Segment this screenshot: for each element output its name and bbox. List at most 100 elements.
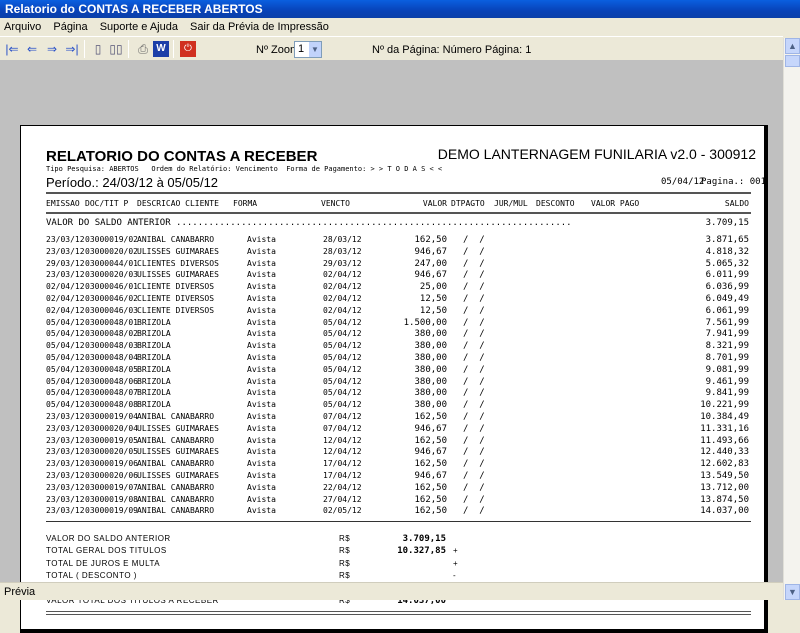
menu-sair[interactable]: Sair da Prévia de Impressão xyxy=(190,21,329,33)
row-saldo: 9.461,99 xyxy=(705,376,749,387)
row-emissao: 23/03/12 xyxy=(46,482,85,492)
header-forma: FORMA xyxy=(233,199,258,208)
chevron-down-icon[interactable]: ▼ xyxy=(309,42,321,57)
row-doc: 03000048/01 xyxy=(85,317,138,327)
scroll-down-icon[interactable]: ▼ xyxy=(785,584,800,600)
row-doc: 03000020/03 xyxy=(85,270,138,280)
divider xyxy=(46,521,751,522)
row-valor: 380,00 xyxy=(414,364,447,375)
row-descricao: ANIBAL CANABARRO xyxy=(137,506,215,516)
row-forma: Avista xyxy=(247,305,276,315)
first-page-icon[interactable]: |⇐ xyxy=(4,41,20,57)
row-doc: 03000048/08 xyxy=(85,400,138,410)
row-valor: 380,00 xyxy=(414,388,447,399)
row-dtpagto: / / xyxy=(463,294,485,304)
row-forma: Avista xyxy=(247,353,276,362)
row-forma: Avista xyxy=(247,235,276,244)
row-dtpagto: / / xyxy=(463,270,485,281)
single-page-icon[interactable]: ▯ xyxy=(90,41,106,57)
vertical-scrollbar[interactable]: ▲ ▼ xyxy=(783,38,800,600)
row-emissao: 05/04/12 xyxy=(46,341,85,351)
row-forma: Avista xyxy=(247,435,276,445)
prev-page-icon[interactable]: ⇐ xyxy=(24,41,40,57)
row-valor: 162,50 xyxy=(414,494,447,505)
row-descricao: CLIENTE DIVERSOS xyxy=(137,294,215,303)
row-dtpagto: / / xyxy=(463,258,485,269)
row-vencto: 05/04/12 xyxy=(323,376,362,386)
header-desconto: DESCONTO xyxy=(536,199,575,208)
row-saldo: 6.061,99 xyxy=(705,305,749,316)
close-preview-icon[interactable]: ⏻ xyxy=(180,41,196,57)
row-valor: 162,50 xyxy=(414,482,447,493)
row-doc: 03000048/06 xyxy=(85,376,138,386)
row-descricao: ANIBAL CANABARRO xyxy=(137,435,215,445)
row-doc: 03000019/08 xyxy=(85,494,138,504)
row-vencto: 05/04/12 xyxy=(323,388,362,398)
row-saldo: 10.221,99 xyxy=(700,400,749,411)
row-doc: 03000020/02 xyxy=(85,246,138,256)
row-dtpagto: / / xyxy=(463,400,485,411)
row-dtpagto: / / xyxy=(463,388,485,399)
row-doc: 03000048/04 xyxy=(85,353,138,362)
print-icon[interactable]: ⎙ xyxy=(135,41,151,57)
row-valor: 25,00 xyxy=(419,282,447,293)
last-page-icon[interactable]: ⇒| xyxy=(64,41,80,57)
row-descricao: BRIZOLA xyxy=(137,317,171,327)
row-doc: 03000046/03 xyxy=(85,305,138,315)
row-descricao: ULISSES GUIMARAES xyxy=(137,270,219,280)
row-dtpagto: / / xyxy=(463,317,485,328)
row-valor: 946,67 xyxy=(414,423,447,434)
row-forma: Avista xyxy=(247,423,276,433)
summary-currency: R$ xyxy=(339,534,351,543)
scroll-up-icon[interactable]: ▲ xyxy=(785,38,800,54)
row-vencto: 05/04/12 xyxy=(323,353,362,362)
divider xyxy=(46,192,751,194)
row-doc: 03000046/02 xyxy=(85,294,138,303)
row-doc: 03000044/01 xyxy=(85,258,138,268)
row-vencto: 12/04/12 xyxy=(323,447,362,457)
row-dtpagto: / / xyxy=(463,506,485,517)
row-saldo: 7.941,99 xyxy=(705,329,749,340)
row-vencto: 28/03/12 xyxy=(323,235,362,244)
summary-currency: R$ xyxy=(339,570,351,580)
row-emissao: 05/04/12 xyxy=(46,376,85,386)
row-forma: Avista xyxy=(247,506,276,516)
summary-label: TOTAL ( DESCONTO ) xyxy=(46,570,137,580)
header-dtpagto: DTPAGTO xyxy=(451,199,485,208)
row-saldo: 13.712,00 xyxy=(700,482,749,493)
menu-arquivo[interactable]: Arquivo xyxy=(4,21,41,33)
row-descricao: BRIZOLA xyxy=(137,353,171,362)
row-descricao: ANIBAL CANABARRO xyxy=(137,412,215,421)
next-page-icon[interactable]: ⇒ xyxy=(44,41,60,57)
two-pages-icon[interactable]: ▯▯ xyxy=(108,41,124,57)
header-descricao: DESCRICAO CLIENTE xyxy=(137,199,219,208)
row-saldo: 5.065,32 xyxy=(705,258,749,269)
row-valor: 12,50 xyxy=(419,294,447,304)
word-export-icon[interactable]: W xyxy=(153,41,169,57)
row-dtpagto: / / xyxy=(463,435,485,446)
zoom-label: Nº Zoom xyxy=(256,44,300,56)
row-saldo: 13.874,50 xyxy=(700,494,749,505)
zoom-select[interactable]: 1 ▼ xyxy=(294,41,322,58)
menu-pagina[interactable]: Página xyxy=(53,21,87,33)
row-dtpagto: / / xyxy=(463,494,485,505)
row-saldo: 3.871,65 xyxy=(705,235,749,245)
row-dtpagto: / / xyxy=(463,459,485,470)
menu-suporte[interactable]: Suporte e Ajuda xyxy=(100,21,178,33)
row-vencto: 02/04/12 xyxy=(323,282,362,292)
row-descricao: BRIZOLA xyxy=(137,376,171,386)
row-valor: 380,00 xyxy=(414,329,447,340)
header-valor: VALOR xyxy=(422,199,447,208)
row-saldo: 9.841,99 xyxy=(705,388,749,399)
summary-value: 10.327,85 xyxy=(397,546,446,557)
scroll-thumb[interactable] xyxy=(785,55,800,67)
row-forma: Avista xyxy=(247,388,276,398)
row-doc: 03000020/05 xyxy=(85,447,138,457)
row-saldo: 6.011,99 xyxy=(705,270,749,281)
row-forma: Avista xyxy=(247,400,276,410)
row-forma: Avista xyxy=(247,364,276,374)
row-emissao: 23/03/12 xyxy=(46,246,85,256)
row-descricao: ANIBAL CANABARRO xyxy=(137,494,215,504)
row-emissao: 02/04/12 xyxy=(46,294,85,303)
row-emissao: 05/04/12 xyxy=(46,364,85,374)
